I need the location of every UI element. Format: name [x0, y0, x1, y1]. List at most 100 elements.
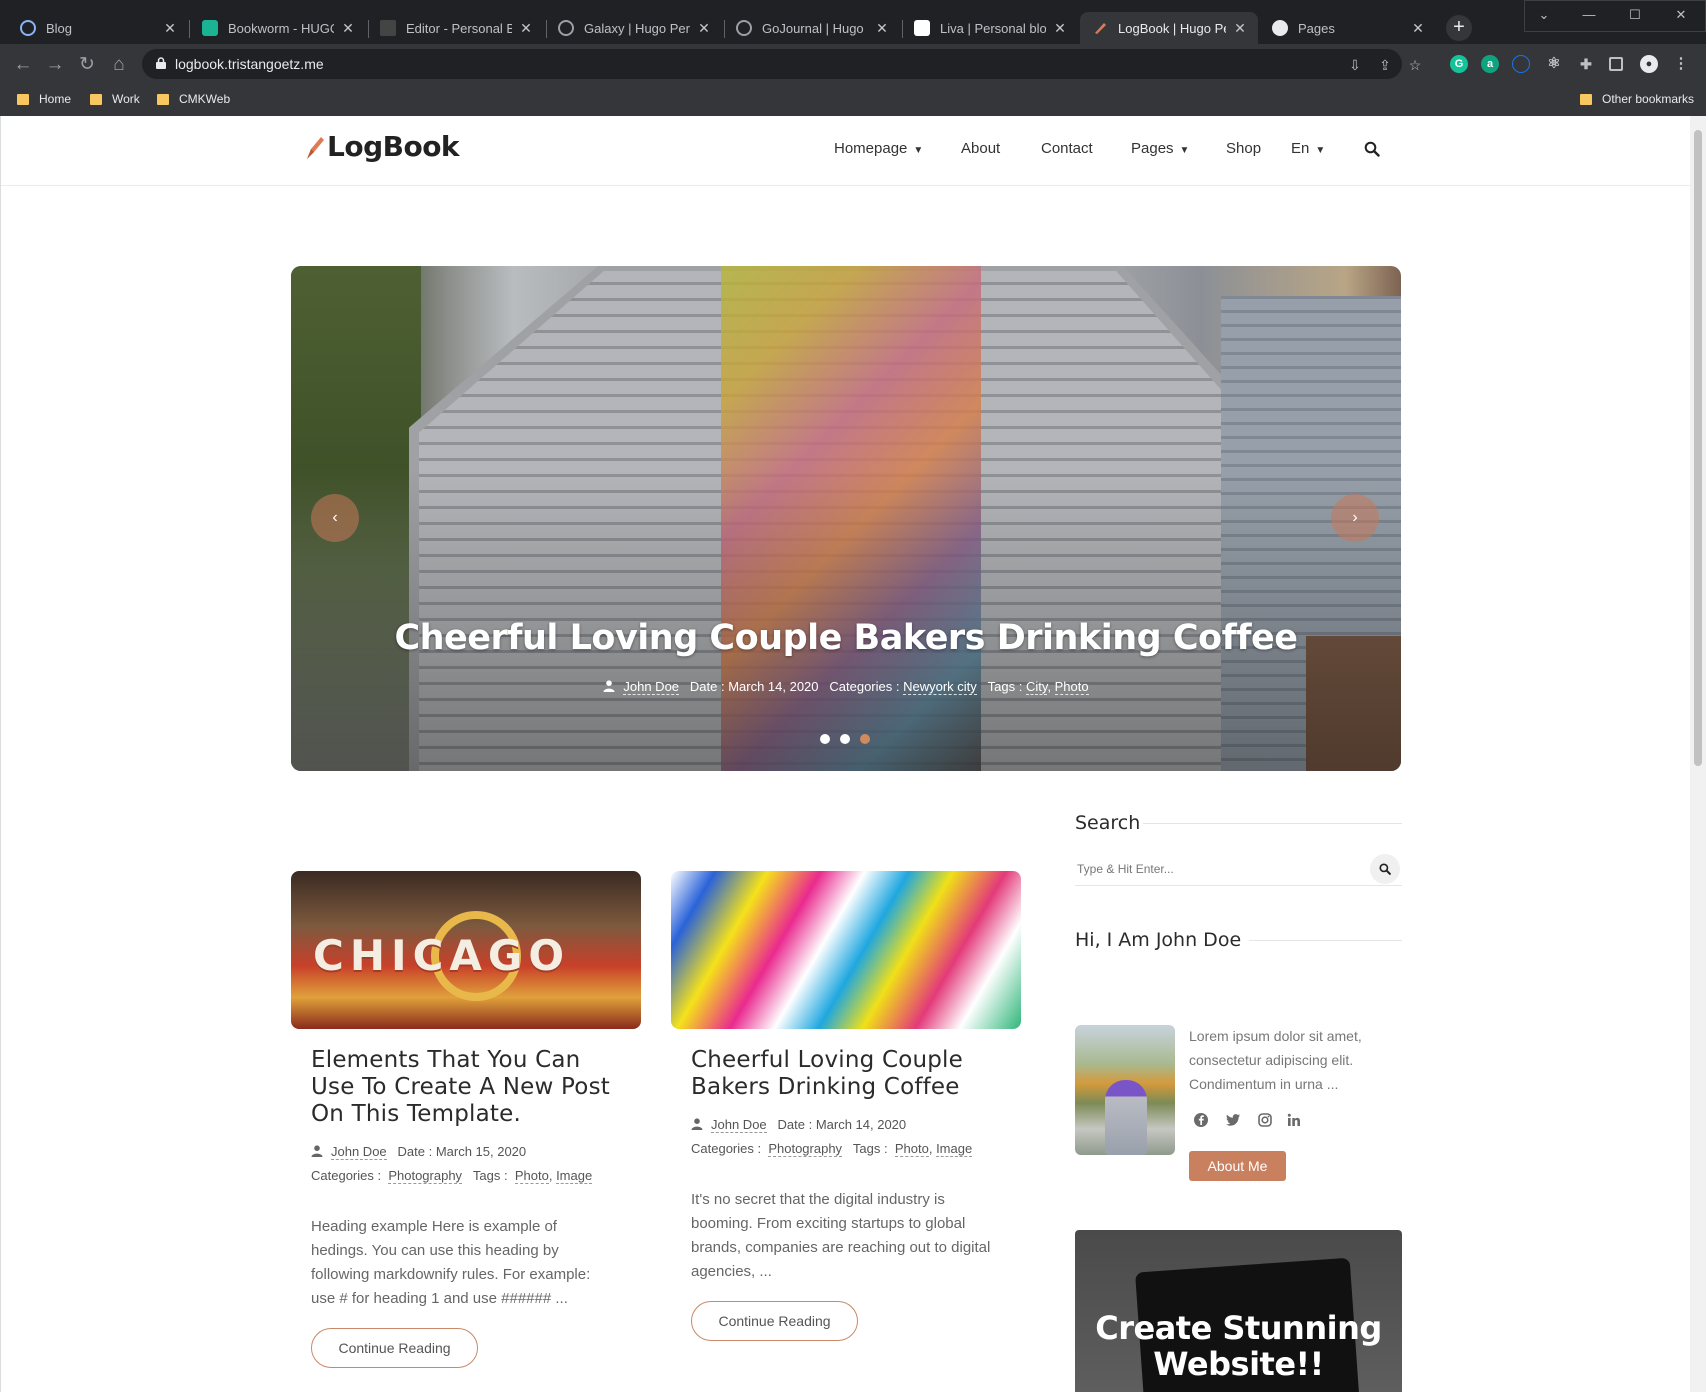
- sidebar-search: [1075, 852, 1402, 886]
- post-date: March 15, 2020: [435, 1144, 527, 1159]
- more-menu-icon[interactable]: ⋮: [1672, 55, 1690, 73]
- about-widget-title: Hi, I Am John Doe: [1075, 929, 1242, 951]
- hero-title[interactable]: Cheerful Loving Couple Bakers Drinking C…: [291, 618, 1401, 658]
- close-icon[interactable]: ✕: [1052, 20, 1068, 37]
- promo-text: Create Stunning Website!!: [1095, 1309, 1382, 1383]
- extensions-puzzle-icon[interactable]: ✚: [1577, 55, 1595, 73]
- hero-category-link[interactable]: Newyork city: [903, 679, 977, 695]
- hero-author-link[interactable]: John Doe: [623, 679, 680, 695]
- extension-circle-icon[interactable]: [1512, 55, 1530, 73]
- bookmark-label: Home: [39, 92, 72, 106]
- back-arrow-icon[interactable]: ←: [12, 54, 34, 76]
- nav-contact[interactable]: Contact: [1041, 140, 1093, 157]
- hero-slider[interactable]: ‹ › Cheerful Loving Couple Bakers Drinki…: [291, 266, 1401, 771]
- post-author-link[interactable]: John Doe: [331, 1144, 387, 1160]
- nav-shop[interactable]: Shop: [1226, 140, 1261, 157]
- react-devtools-icon[interactable]: ⚛: [1545, 55, 1563, 73]
- liva-favicon-icon: [914, 20, 930, 36]
- grammarly-icon[interactable]: G: [1450, 55, 1468, 73]
- hero-tag-link[interactable]: Photo: [1054, 679, 1089, 695]
- browser-tab[interactable]: Liva | Personal blog te ✕: [902, 12, 1078, 44]
- site-logo[interactable]: LogBook: [305, 130, 460, 163]
- post-title[interactable]: Cheerful Loving Couple Bakers Drinking C…: [691, 1047, 1011, 1101]
- close-icon[interactable]: ✕: [1410, 20, 1426, 37]
- reload-icon[interactable]: ↻: [76, 54, 98, 76]
- browser-tab[interactable]: Blog ✕: [8, 12, 188, 44]
- search-icon[interactable]: [1364, 141, 1380, 157]
- bookmark-home[interactable]: Home: [17, 92, 71, 106]
- post-date: March 14, 2020: [815, 1117, 907, 1132]
- post-category-link[interactable]: Photography: [388, 1168, 463, 1184]
- tab-title: Editor - Personal Blog: [406, 20, 512, 36]
- nav-pages[interactable]: Pages ▼: [1131, 140, 1189, 157]
- browser-tab[interactable]: Editor - Personal Blog ✕: [368, 12, 544, 44]
- side-panel-icon[interactable]: [1609, 57, 1623, 71]
- promo-banner[interactable]: Create Stunning Website!!: [1075, 1230, 1402, 1392]
- facebook-icon[interactable]: [1193, 1112, 1209, 1128]
- post-thumbnail[interactable]: [671, 871, 1021, 1029]
- slider-dot[interactable]: [820, 734, 830, 744]
- close-icon[interactable]: ✕: [162, 20, 178, 37]
- bookmark-star-icon[interactable]: ☆: [1406, 56, 1424, 74]
- page-scrollbar[interactable]: [1690, 116, 1706, 1392]
- post-tag-link[interactable]: Image: [556, 1168, 593, 1184]
- address-bar[interactable]: logbook.tristangoetz.me ⇩ ⇪ ☆: [142, 49, 1421, 79]
- instagram-icon[interactable]: [1257, 1112, 1273, 1128]
- close-icon[interactable]: ✕: [1232, 20, 1248, 37]
- post-tag-link[interactable]: Photo: [514, 1168, 549, 1184]
- extension-a-icon[interactable]: a: [1481, 55, 1499, 73]
- search-input[interactable]: [1075, 852, 1365, 886]
- slider-dot-active[interactable]: [860, 734, 870, 744]
- slider-dot[interactable]: [840, 734, 850, 744]
- post-category-link[interactable]: Photography: [768, 1141, 843, 1157]
- bookworm-favicon-icon: [202, 20, 218, 36]
- hero-meta: John Doe Date : March 14, 2020 Categorie…: [291, 679, 1401, 695]
- pencil-favicon-icon: [1092, 20, 1108, 36]
- close-icon[interactable]: ✕: [696, 20, 712, 37]
- browser-tab[interactable]: Bookworm - HUGO B ✕: [190, 12, 366, 44]
- nav-about[interactable]: About: [961, 140, 1000, 157]
- bookmark-work[interactable]: Work: [90, 92, 140, 106]
- home-icon[interactable]: ⌂: [108, 54, 130, 76]
- post-thumbnail[interactable]: CHICAGO: [291, 871, 641, 1029]
- search-submit-button[interactable]: [1370, 854, 1400, 884]
- continue-reading-button[interactable]: Continue Reading: [311, 1328, 478, 1368]
- post-tag-link[interactable]: Image: [936, 1141, 973, 1157]
- forward-arrow-icon[interactable]: →: [44, 54, 66, 76]
- post-excerpt: It's no secret that the digital industry…: [691, 1191, 991, 1280]
- browser-tab-active[interactable]: LogBook | Hugo Perso ✕: [1080, 12, 1258, 44]
- post-title[interactable]: Elements That You Can Use To Create A Ne…: [311, 1047, 631, 1128]
- nav-language[interactable]: En ▼: [1291, 140, 1325, 157]
- close-icon[interactable]: ✕: [340, 20, 356, 37]
- browser-tab[interactable]: Pages ✕: [1260, 12, 1436, 44]
- tab-search-chevron-icon[interactable]: ⌄: [1525, 2, 1563, 28]
- continue-reading-button[interactable]: Continue Reading: [691, 1301, 858, 1341]
- folder-icon: [90, 93, 102, 105]
- twitter-icon[interactable]: [1225, 1112, 1241, 1128]
- install-app-icon[interactable]: ⇩: [1346, 56, 1364, 74]
- minimize-button[interactable]: —: [1570, 2, 1608, 28]
- linkedin-icon[interactable]: [1286, 1112, 1302, 1128]
- post-tag-link[interactable]: Photo: [894, 1141, 929, 1157]
- scrollbar-thumb[interactable]: [1694, 130, 1702, 766]
- close-icon[interactable]: ✕: [874, 20, 890, 37]
- slider-next-button[interactable]: ›: [1331, 494, 1379, 542]
- close-window-button[interactable]: ✕: [1662, 2, 1700, 28]
- browser-tab[interactable]: GoJournal | Hugo Per ✕: [724, 12, 900, 44]
- post-image-lettering: CHICAGO: [313, 931, 571, 980]
- other-bookmarks[interactable]: Other bookmarks: [1580, 92, 1694, 106]
- about-me-button[interactable]: About Me: [1189, 1151, 1286, 1181]
- profile-avatar[interactable]: ●: [1640, 55, 1658, 73]
- post-author-link[interactable]: John Doe: [711, 1117, 767, 1133]
- hero-tag-link[interactable]: City: [1025, 679, 1048, 695]
- nav-homepage[interactable]: Homepage ▼: [834, 140, 923, 157]
- slider-dots: [820, 734, 880, 744]
- share-icon[interactable]: ⇪: [1376, 56, 1394, 74]
- tab-title: Bookworm - HUGO B: [228, 20, 334, 36]
- new-tab-button[interactable]: +: [1446, 15, 1472, 41]
- browser-tab[interactable]: Galaxy | Hugo Person ✕: [546, 12, 722, 44]
- bookmark-cmkweb[interactable]: CMKWeb: [157, 92, 230, 106]
- close-icon[interactable]: ✕: [518, 20, 534, 37]
- slider-prev-button[interactable]: ‹: [311, 494, 359, 542]
- maximize-button[interactable]: ☐: [1616, 2, 1654, 28]
